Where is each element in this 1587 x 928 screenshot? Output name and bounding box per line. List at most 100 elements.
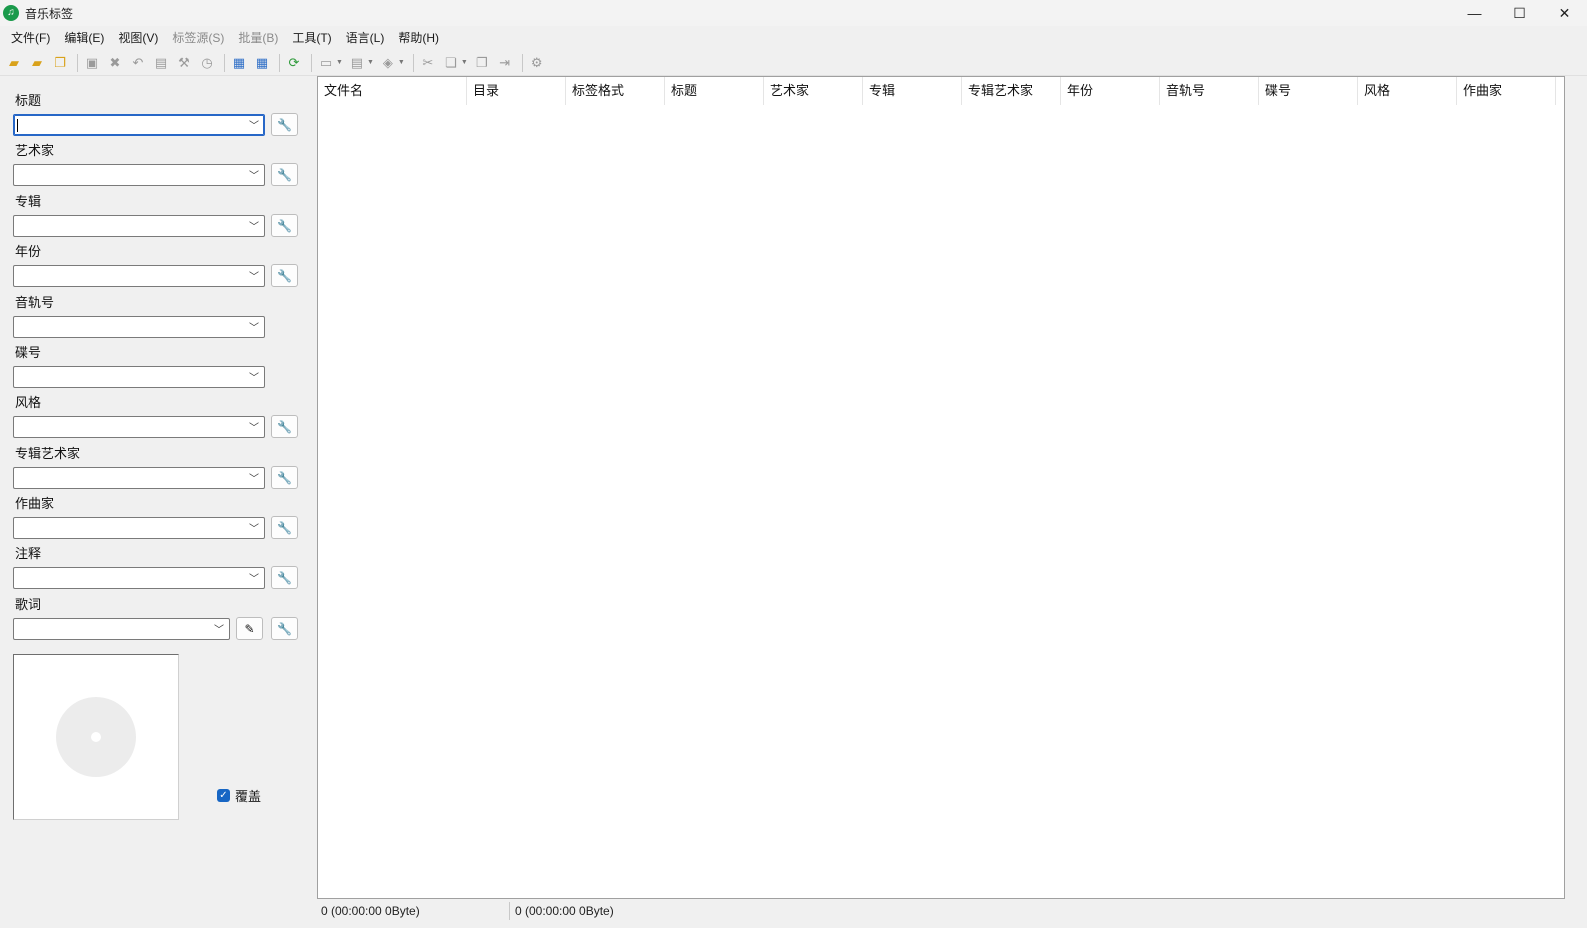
dropdown-arrow-icon[interactable]: ▼ <box>461 59 468 66</box>
chevron-down-icon[interactable]: ﹀ <box>249 167 259 182</box>
window-title: 音乐标签 <box>25 6 74 21</box>
year-wrench-button[interactable]: 🔧 <box>271 264 298 287</box>
album-artist-combo[interactable]: ﹀ <box>13 467 265 489</box>
menu-help[interactable]: 帮助(H) <box>391 26 446 50</box>
genre-wrench-button[interactable]: 🔧 <box>271 415 298 438</box>
artist-wrench-button[interactable]: 🔧 <box>271 163 298 186</box>
chevron-down-icon[interactable]: ﹀ <box>249 520 259 535</box>
menu-batch: 批量(B) <box>238 31 279 45</box>
wrench-icon: 🔧 <box>277 167 292 182</box>
overwrite-option[interactable]: ✓ 覆盖 <box>217 786 261 805</box>
tag-editor-panel: 标题 ﹀ 🔧 艺术家 ﹀ 🔧 专辑 ﹀ 🔧 年份 ﹀ 🔧 音轨号 ﹀ 碟号 ﹀ … <box>0 76 316 928</box>
edit-icon: ✎ <box>244 621 255 636</box>
comment-wrench-button[interactable]: 🔧 <box>271 566 298 589</box>
column-title[interactable]: 标题 <box>665 77 764 105</box>
file-list[interactable]: 文件名 目录 标签格式 标题 艺术家 专辑 专辑艺术家 年份 音轨号 碟号 风格… <box>317 76 1565 899</box>
save-icon[interactable]: ▣ <box>82 53 102 73</box>
menu-tools[interactable]: 工具(T) <box>285 26 338 50</box>
grid-view-icon[interactable]: ▦ <box>229 53 249 73</box>
open-files-icon[interactable]: ❐ <box>50 53 70 73</box>
book-icon[interactable]: ▤ <box>151 53 171 73</box>
toolbar-separator <box>521 53 523 72</box>
album-artist-wrench-button[interactable]: 🔧 <box>271 466 298 489</box>
maximize-button[interactable]: ☐ <box>1497 0 1542 26</box>
delete-icon[interactable]: ✖ <box>105 53 125 73</box>
auto-tag-icon[interactable]: ◈ <box>378 53 398 73</box>
toolbar-separator <box>224 53 225 72</box>
year-combo[interactable]: ﹀ <box>13 265 265 287</box>
column-genre[interactable]: 风格 <box>1358 77 1457 105</box>
disc-label: 碟号 <box>15 345 42 360</box>
chevron-down-icon[interactable]: ﹀ <box>249 268 259 283</box>
dropdown-arrow-icon[interactable]: ▼ <box>398 59 405 66</box>
disc-combo[interactable]: ﹀ <box>13 366 265 388</box>
tools-icon[interactable]: ✂ <box>418 53 438 73</box>
album-label: 专辑 <box>15 194 42 209</box>
chevron-down-icon[interactable]: ﹀ <box>249 218 259 233</box>
title-combo[interactable]: ﹀ <box>13 114 265 136</box>
column-tag-format[interactable]: 标签格式 <box>566 77 665 105</box>
year-label: 年份 <box>15 244 42 259</box>
text-tag-icon[interactable]: ▤ <box>347 53 367 73</box>
column-track[interactable]: 音轨号 <box>1160 77 1259 105</box>
chevron-down-icon[interactable]: ﹀ <box>249 369 259 384</box>
menu-tag-source: 标签源(S) <box>172 31 225 45</box>
lyrics-edit-button[interactable]: ✎ <box>236 617 263 640</box>
copy-icon[interactable]: ❏ <box>441 53 461 73</box>
dropdown-arrow-icon[interactable]: ▼ <box>336 59 343 66</box>
chevron-down-icon[interactable]: ﹀ <box>249 419 259 434</box>
column-composer[interactable]: 作曲家 <box>1457 77 1556 105</box>
track-combo[interactable]: ﹀ <box>13 316 265 338</box>
composer-combo[interactable]: ﹀ <box>13 517 265 539</box>
artist-combo[interactable]: ﹀ <box>13 164 265 186</box>
column-year[interactable]: 年份 <box>1061 77 1160 105</box>
chevron-down-icon[interactable]: ﹀ <box>249 470 259 485</box>
lyrics-wrench-button[interactable]: 🔧 <box>271 617 298 640</box>
list-header: 文件名 目录 标签格式 标题 艺术家 专辑 专辑艺术家 年份 音轨号 碟号 风格… <box>318 77 1556 105</box>
column-artist[interactable]: 艺术家 <box>764 77 863 105</box>
open-folder-icon[interactable]: ▰ <box>4 53 24 73</box>
status-separator <box>509 902 510 920</box>
settings-icon[interactable]: ⚙ <box>527 53 547 73</box>
close-button[interactable]: ✕ <box>1542 0 1587 26</box>
column-directory[interactable]: 目录 <box>467 77 566 105</box>
genre-label: 风格 <box>15 395 42 410</box>
chevron-down-icon[interactable]: ﹀ <box>249 319 259 334</box>
column-filename[interactable]: 文件名 <box>318 77 467 105</box>
column-album[interactable]: 专辑 <box>863 77 962 105</box>
chevron-down-icon[interactable]: ﹀ <box>249 570 259 585</box>
album-cover[interactable] <box>13 654 179 820</box>
status-total: 0 (00:00:00 0Byte) <box>321 904 420 918</box>
column-disc[interactable]: 碟号 <box>1259 77 1358 105</box>
lyrics-combo[interactable]: ﹀ <box>13 618 230 640</box>
add-folder-icon[interactable]: ▰ <box>27 53 47 73</box>
refresh-icon[interactable]: ⟳ <box>284 53 304 73</box>
menu-language[interactable]: 语言(L) <box>339 26 392 50</box>
move-icon[interactable]: ⇥ <box>495 53 515 73</box>
comment-combo[interactable]: ﹀ <box>13 567 265 589</box>
chevron-down-icon[interactable]: ﹀ <box>214 621 224 636</box>
lyrics-label: 歌词 <box>15 597 42 612</box>
column-album-artist[interactable]: 专辑艺术家 <box>962 77 1061 105</box>
overwrite-checkbox[interactable]: ✓ <box>217 789 230 802</box>
menu-edit[interactable]: 编辑(E) <box>57 26 111 50</box>
paste-icon[interactable]: ❐ <box>472 53 492 73</box>
table-view-icon[interactable]: ▦ <box>252 53 272 73</box>
status-selected: 0 (00:00:00 0Byte) <box>515 904 614 918</box>
title-wrench-button[interactable]: 🔧 <box>271 113 298 136</box>
minimize-button[interactable]: — <box>1452 0 1497 26</box>
genre-combo[interactable]: ﹀ <box>13 416 265 438</box>
history-icon[interactable]: ◷ <box>197 53 217 73</box>
menu-view[interactable]: 视图(V) <box>111 26 165 50</box>
album-combo[interactable]: ﹀ <box>13 215 265 237</box>
composer-wrench-button[interactable]: 🔧 <box>271 516 298 539</box>
dropdown-arrow-icon[interactable]: ▼ <box>367 59 374 66</box>
wrench-icon: 🔧 <box>277 570 292 585</box>
menu-file[interactable]: 文件(F) <box>4 26 57 50</box>
album-wrench-button[interactable]: 🔧 <box>271 214 298 237</box>
chevron-down-icon[interactable]: ﹀ <box>249 117 259 132</box>
comment-label: 注释 <box>15 546 42 561</box>
wrench-icon[interactable]: ⚒ <box>174 53 194 73</box>
undo-icon[interactable]: ↶ <box>128 53 148 73</box>
tag-icon[interactable]: ▭ <box>316 53 336 73</box>
